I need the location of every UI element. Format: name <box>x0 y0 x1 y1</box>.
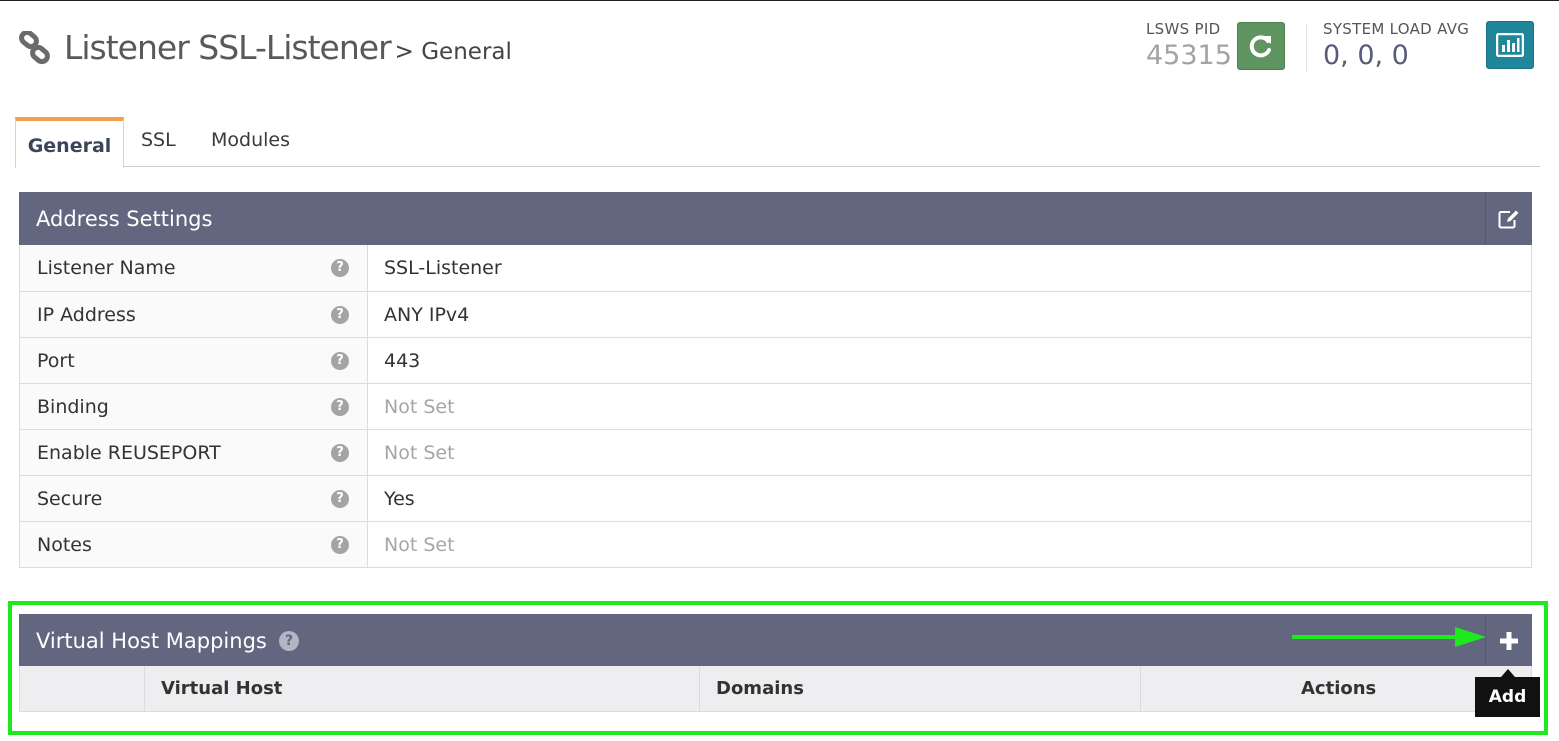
row-label: IP Address <box>37 304 136 326</box>
table-row: Listener Name? SSL-Listener <box>20 245 1531 291</box>
stat-divider <box>1306 23 1307 73</box>
pid-stat: LSWS PID 45315 <box>1146 20 1232 71</box>
edit-button[interactable] <box>1485 192 1532 245</box>
table-row: IP Address? ANY IPv4 <box>20 291 1531 337</box>
row-label: Secure <box>37 488 103 510</box>
breadcrumb: > General <box>394 39 512 65</box>
table-row: Notes? Not Set <box>20 521 1531 567</box>
add-tooltip: Add <box>1475 669 1540 717</box>
question-circle-icon[interactable]: ? <box>331 352 349 370</box>
link-icon <box>19 31 50 65</box>
question-circle-icon[interactable]: ? <box>331 536 349 554</box>
tab-bar: General SSL Modules <box>15 117 1540 168</box>
arrow-annotation <box>1292 627 1486 647</box>
row-value: Not Set <box>384 442 455 464</box>
row-value: 443 <box>384 350 421 372</box>
address-settings-table: Listener Name? SSL-Listener IP Address? … <box>19 245 1532 568</box>
row-value: ANY IPv4 <box>384 304 470 326</box>
question-circle-icon[interactable]: ? <box>279 631 299 651</box>
load-stat: SYSTEM LOAD AVG 0, 0, 0 <box>1323 20 1469 71</box>
edit-icon <box>1498 210 1519 228</box>
vh-mappings-title: Virtual Host Mappings <box>36 629 267 653</box>
column-domains: Domains <box>699 666 1140 711</box>
table-row: Port? 443 <box>20 337 1531 383</box>
load-value: 0, 0, 0 <box>1323 40 1409 71</box>
row-label: Listener Name <box>37 257 176 279</box>
column-label: Actions <box>1301 678 1377 699</box>
question-circle-icon[interactable]: ? <box>331 444 349 462</box>
question-circle-icon[interactable]: ? <box>331 398 349 416</box>
pid-value: 45315 <box>1146 40 1232 71</box>
tab-ssl[interactable]: SSL <box>141 117 176 167</box>
address-settings-header: Address Settings <box>19 192 1532 245</box>
row-value: Not Set <box>384 396 455 418</box>
page-title-text: Listener SSL-Listener <box>64 28 392 67</box>
tab-general[interactable]: General <box>15 117 124 168</box>
row-value: Not Set <box>384 534 455 556</box>
row-label: Port <box>37 350 75 372</box>
add-button[interactable] <box>1485 614 1532 667</box>
address-settings-title: Address Settings <box>36 207 213 231</box>
column-virtual-host: Virtual Host <box>144 666 699 711</box>
restart-button[interactable] <box>1237 22 1285 70</box>
row-label: Enable REUSEPORT <box>37 442 221 464</box>
table-row: Enable REUSEPORT? Not Set <box>20 429 1531 475</box>
chart-button[interactable] <box>1486 21 1534 69</box>
tab-modules[interactable]: Modules <box>211 117 290 167</box>
vh-table-header: Virtual Host Domains Actions <box>19 666 1532 712</box>
pid-label: LSWS PID <box>1146 20 1221 38</box>
load-label: SYSTEM LOAD AVG <box>1323 20 1470 38</box>
table-row: Binding? Not Set <box>20 383 1531 429</box>
column-label: Domains <box>716 678 804 699</box>
question-circle-icon[interactable]: ? <box>331 259 349 277</box>
page-title: Listener SSL-Listener > General <box>64 28 512 67</box>
column-label: Virtual Host <box>161 678 283 699</box>
row-value: Yes <box>384 488 415 510</box>
question-circle-icon[interactable]: ? <box>331 306 349 324</box>
refresh-icon <box>1249 35 1271 58</box>
plus-icon <box>1500 631 1518 650</box>
bar-chart-icon <box>1496 33 1524 57</box>
table-row: Secure? Yes <box>20 475 1531 521</box>
question-circle-icon[interactable]: ? <box>331 490 349 508</box>
row-value: SSL-Listener <box>384 257 502 279</box>
row-label: Binding <box>37 396 109 418</box>
row-label: Notes <box>37 534 92 556</box>
